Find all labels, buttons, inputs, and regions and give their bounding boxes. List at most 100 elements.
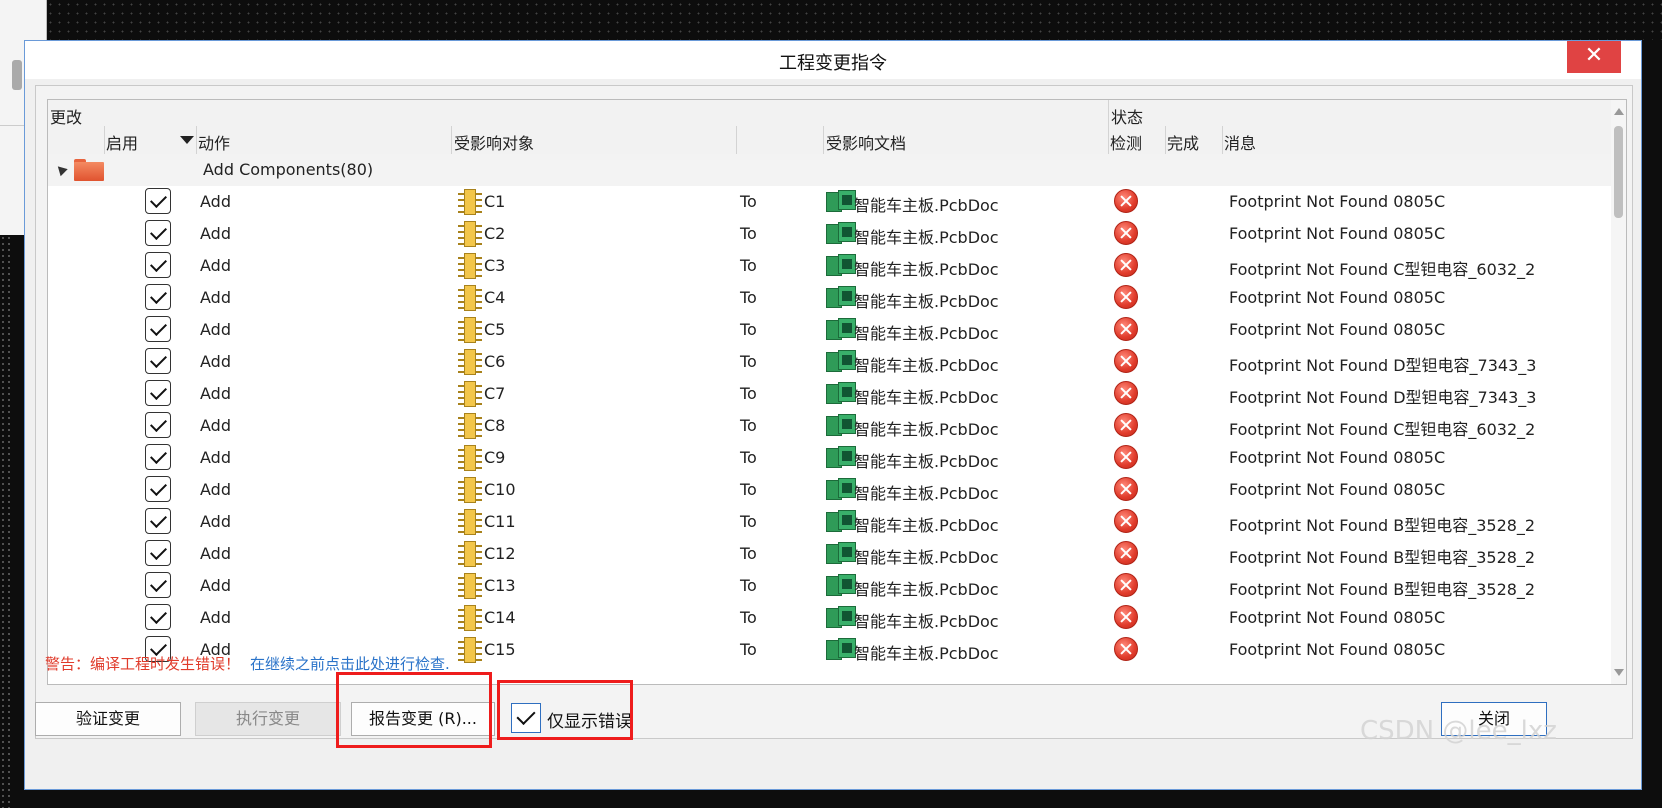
enable-checkbox[interactable] [145, 316, 171, 342]
row-to: To [740, 224, 757, 243]
change-rows: Add C1 To 智能车主板.PcbDoc Footprint Not Found 0… [48, 186, 1613, 666]
component-icon [458, 253, 482, 279]
engineering-change-order-dialog: 工程变更指令 ✕ 更改 状态 启用 动作 受影响对象 受影响文档 检测 完成 消… [24, 40, 1642, 790]
error-icon [1114, 509, 1138, 533]
column-enable[interactable]: 启用 [106, 130, 138, 154]
row-affected-document: 智能车主板.PcbDoc [854, 228, 999, 247]
row-to: To [740, 416, 757, 435]
table-row[interactable]: Add C10 To 智能车主板.PcbDoc Footprint Not Found … [48, 474, 1613, 506]
row-message: Footprint Not Found C型钽电容_6032_2 [1229, 420, 1536, 439]
enable-checkbox[interactable] [145, 572, 171, 598]
enable-checkbox[interactable] [145, 476, 171, 502]
highlight-report-button [336, 672, 492, 748]
collapse-triangle-icon[interactable] [54, 162, 68, 177]
row-to: To [740, 512, 757, 531]
close-window-button[interactable]: ✕ [1567, 41, 1621, 73]
component-icon [458, 189, 482, 215]
row-affected-object: C11 [484, 512, 516, 531]
validate-changes-button[interactable]: 验证变更 [35, 702, 181, 736]
component-icon [458, 477, 482, 503]
table-row[interactable]: Add C2 To 智能车主板.PcbDoc Footprint Not Found 0… [48, 218, 1613, 250]
table-row[interactable]: Add C5 To 智能车主板.PcbDoc Footprint Not Found 0… [48, 314, 1613, 346]
enable-checkbox[interactable] [145, 220, 171, 246]
row-message: Footprint Not Found B型钽电容_3528_2 [1229, 580, 1536, 599]
row-affected-document: 智能车主板.PcbDoc [854, 292, 999, 311]
enable-checkbox[interactable] [145, 252, 171, 278]
execute-changes-button[interactable]: 执行变更 [195, 702, 341, 736]
component-icon [458, 541, 482, 567]
column-check[interactable]: 检测 [1110, 130, 1142, 154]
row-to: To [740, 544, 757, 563]
column-affected-document[interactable]: 受影响文档 [826, 130, 906, 154]
table-row[interactable]: Add C14 To 智能车主板.PcbDoc Footprint Not Found … [48, 602, 1613, 634]
scroll-down-icon[interactable] [1614, 669, 1624, 676]
component-icon [458, 445, 482, 471]
pcb-document-icon [826, 222, 856, 244]
row-action: Add [200, 224, 231, 243]
row-message: Footprint Not Found 0805C [1229, 448, 1446, 467]
enable-checkbox[interactable] [145, 444, 171, 470]
row-message: Footprint Not Found B型钽电容_3528_2 [1229, 548, 1536, 567]
row-action: Add [200, 480, 231, 499]
table-row[interactable]: Add C11 To 智能车主板.PcbDoc Footprint Not Found … [48, 506, 1613, 538]
column-affected-object[interactable]: 受影响对象 [454, 130, 534, 154]
row-message: Footprint Not Found 0805C [1229, 192, 1446, 211]
warning-text: 警告：编译工程时发生错误！ [45, 655, 241, 673]
table-row[interactable]: Add C6 To 智能车主板.PcbDoc Footprint Not Found D… [48, 346, 1613, 378]
row-action: Add [200, 288, 231, 307]
table-row[interactable]: Add C12 To 智能车主板.PcbDoc Footprint Not Found … [48, 538, 1613, 570]
table-row[interactable]: Add C13 To 智能车主板.PcbDoc Footprint Not Found … [48, 570, 1613, 602]
component-icon [458, 509, 482, 535]
enable-checkbox[interactable] [145, 188, 171, 214]
row-action: Add [200, 384, 231, 403]
row-to: To [740, 352, 757, 371]
table-row[interactable]: Add C8 To 智能车主板.PcbDoc Footprint Not Found C… [48, 410, 1613, 442]
group-row-add-components[interactable]: Add Components(80) [48, 154, 1613, 186]
enable-checkbox[interactable] [145, 380, 171, 406]
row-action: Add [200, 192, 231, 211]
row-message: Footprint Not Found D型钽电容_7343_3 [1229, 356, 1537, 375]
header-column-row: 启用 动作 受影响对象 受影响文档 检测 完成 消息 [48, 126, 1613, 155]
enable-checkbox[interactable] [145, 412, 171, 438]
pcb-document-icon [826, 350, 856, 372]
scroll-up-icon[interactable] [1614, 108, 1624, 115]
enable-checkbox[interactable] [145, 604, 171, 630]
row-affected-object: C5 [484, 320, 506, 339]
background-scroll-thumb [12, 60, 22, 90]
table-row[interactable]: Add C4 To 智能车主板.PcbDoc Footprint Not Found 0… [48, 282, 1613, 314]
pcb-document-icon [826, 510, 856, 532]
row-affected-object: C3 [484, 256, 506, 275]
titlebar: 工程变更指令 ✕ [25, 41, 1641, 79]
row-affected-document: 智能车主板.PcbDoc [854, 324, 999, 343]
row-message: Footprint Not Found 0805C [1229, 608, 1446, 627]
column-message[interactable]: 消息 [1224, 130, 1256, 154]
warning-check-link[interactable]: 在继续之前点击此处进行检查. [250, 655, 450, 673]
row-to: To [740, 384, 757, 403]
error-icon [1114, 285, 1138, 309]
enable-checkbox[interactable] [145, 348, 171, 374]
column-action[interactable]: 动作 [198, 130, 230, 154]
error-icon [1114, 413, 1138, 437]
table-row[interactable]: Add C9 To 智能车主板.PcbDoc Footprint Not Found 0… [48, 442, 1613, 474]
row-message: Footprint Not Found C型钽电容_6032_2 [1229, 260, 1536, 279]
row-affected-object: C4 [484, 288, 506, 307]
table-row[interactable]: Add C3 To 智能车主板.PcbDoc Footprint Not Found C… [48, 250, 1613, 282]
vertical-scrollbar[interactable] [1611, 100, 1626, 684]
enable-checkbox[interactable] [145, 508, 171, 534]
component-icon [458, 413, 482, 439]
component-icon [458, 349, 482, 375]
sort-down-icon[interactable] [180, 136, 194, 144]
row-message: Footprint Not Found 0805C [1229, 480, 1446, 499]
row-action: Add [200, 576, 231, 595]
pcb-document-icon [826, 446, 856, 468]
column-done[interactable]: 完成 [1167, 130, 1199, 154]
pcb-document-icon [826, 254, 856, 276]
pcb-document-icon [826, 318, 856, 340]
table-row[interactable]: Add C1 To 智能车主板.PcbDoc Footprint Not Found 0… [48, 186, 1613, 218]
row-to: To [740, 576, 757, 595]
enable-checkbox[interactable] [145, 284, 171, 310]
scroll-thumb[interactable] [1614, 126, 1623, 218]
enable-checkbox[interactable] [145, 540, 171, 566]
table-row[interactable]: Add C7 To 智能车主板.PcbDoc Footprint Not Found D… [48, 378, 1613, 410]
row-affected-document: 智能车主板.PcbDoc [854, 612, 999, 631]
